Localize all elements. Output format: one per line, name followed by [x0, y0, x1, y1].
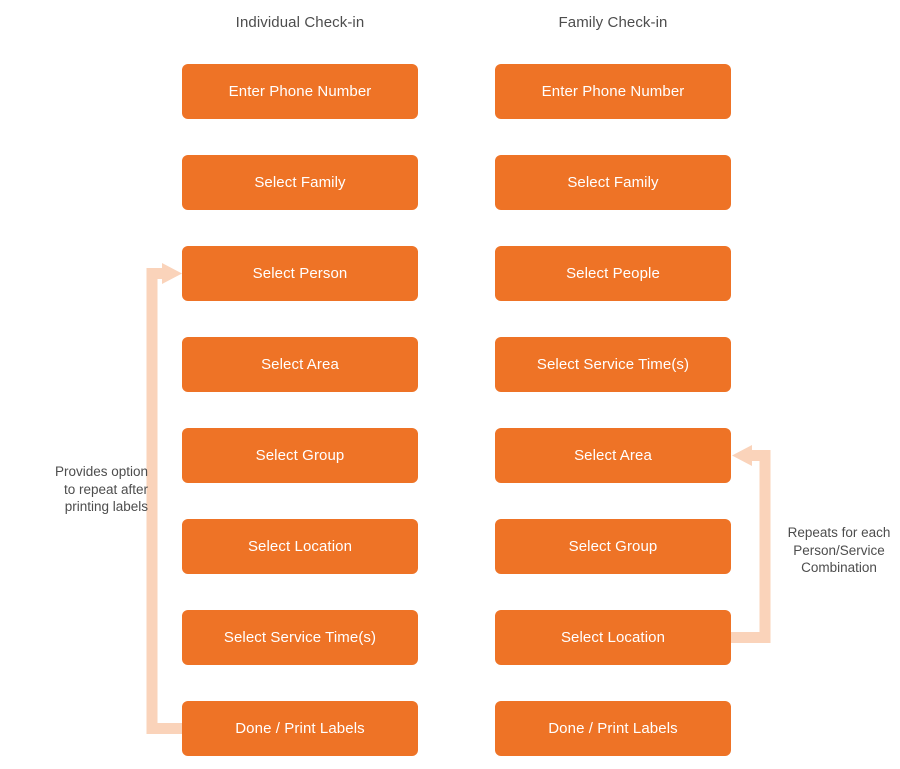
step-box-select-location[interactable]: Select Location: [182, 519, 418, 574]
step-box-select-group[interactable]: Select Group: [182, 428, 418, 483]
step-box-enter-phone-number-family[interactable]: Enter Phone Number: [495, 64, 731, 119]
column-heading-family: Family Check-in: [558, 14, 668, 31]
step-box-select-area[interactable]: Select Area: [182, 337, 418, 392]
step-box-select-people[interactable]: Select People: [495, 246, 731, 301]
step-box-select-family[interactable]: Select Family: [182, 155, 418, 210]
column-heading-individual: Individual Check-in: [235, 14, 365, 31]
step-box-select-group-family[interactable]: Select Group: [495, 519, 731, 574]
checkin-flow-diagram: Individual Check-in Family Check-in Ente…: [0, 0, 900, 769]
loop-annotation-family: Repeats for each Person/Service Combinat…: [778, 524, 900, 577]
step-box-select-family-family[interactable]: Select Family: [495, 155, 731, 210]
step-box-done-print-labels[interactable]: Done / Print Labels: [182, 701, 418, 756]
step-box-enter-phone-number[interactable]: Enter Phone Number: [182, 64, 418, 119]
individual-repeat-loop-arrow: [146, 263, 182, 734]
loop-annotation-family-line-2: Person/Service: [793, 542, 885, 558]
loop-connectors: [146, 263, 771, 734]
step-box-select-area-family[interactable]: Select Area: [495, 428, 731, 483]
step-box-select-location-family[interactable]: Select Location: [495, 610, 731, 665]
step-box-select-person[interactable]: Select Person: [182, 246, 418, 301]
family-repeat-loop-arrow: [731, 445, 771, 643]
step-box-done-print-labels-family[interactable]: Done / Print Labels: [495, 701, 731, 756]
loop-annotation-individual: Provides option to repeat after printing…: [18, 463, 148, 516]
step-box-select-service-times[interactable]: Select Service Time(s): [182, 610, 418, 665]
loop-annotation-individual-line-1: Provides option: [54, 464, 148, 479]
loop-annotation-family-line-1: Repeats for each: [787, 525, 891, 540]
loop-annotation-family-line-3: Combination: [801, 560, 877, 575]
step-box-select-service-times-family[interactable]: Select Service Time(s): [495, 337, 731, 392]
loop-annotation-individual-line-3: printing labels: [64, 499, 148, 514]
loop-annotation-individual-line-2: to repeat after: [63, 481, 148, 497]
